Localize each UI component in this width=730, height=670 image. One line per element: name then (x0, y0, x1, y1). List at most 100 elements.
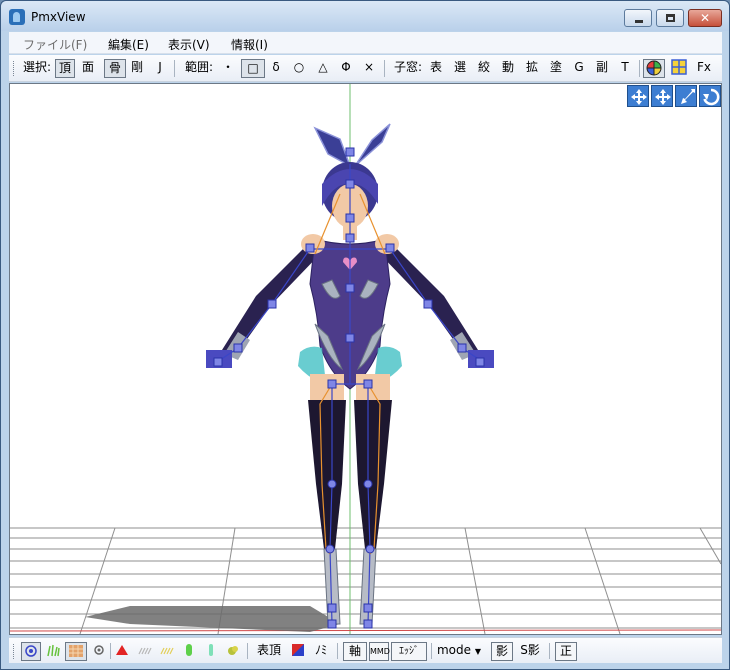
menu-view[interactable]: 表示(V) (168, 36, 210, 53)
range-x-button[interactable]: × (360, 59, 378, 78)
select-joint-button[interactable]: J (151, 59, 169, 78)
subwindow-select-button[interactable]: 選 (451, 59, 469, 78)
range-delta-button[interactable]: δ (267, 59, 285, 78)
toolbar-separator (174, 60, 175, 77)
range-rect-button[interactable]: □ (241, 59, 265, 78)
mmd-button[interactable]: MMD (369, 642, 390, 661)
quad-view-button[interactable] (669, 59, 689, 78)
subwindow-label: 子窓: (393, 60, 423, 74)
shadow-button[interactable]: 影 (491, 642, 513, 661)
range-phi-button[interactable]: Φ (337, 59, 355, 78)
menu-edit[interactable]: 編集(E) (108, 36, 149, 53)
subwindow-t-button[interactable]: T (617, 59, 633, 78)
blob-icon (228, 646, 238, 655)
yellow-hatch-icon (160, 647, 174, 655)
toolbar-separator (337, 643, 338, 659)
hatch-icon (138, 647, 152, 655)
select-vertex-button[interactable]: 頂 (55, 59, 75, 78)
green-capsule-icon (186, 644, 192, 656)
subwindow-g-button[interactable]: G (571, 59, 587, 78)
dot-icon (94, 645, 104, 655)
bottom-toolbar: 表頂 ﾉﾐ 軸 MMD ｴｯｼﾞ mode ▼ 影 S影 正 (9, 637, 722, 663)
red-triangle-icon (116, 645, 128, 655)
select-label: 選択: (22, 60, 52, 74)
toolbar-separator (384, 60, 385, 77)
quad-view-icon (671, 59, 687, 75)
viewport-move-xz-button[interactable] (651, 85, 673, 107)
color-wheel-button[interactable] (643, 59, 665, 78)
show-joint-toggle[interactable] (202, 642, 220, 661)
viewport-zoom-button[interactable] (675, 85, 697, 107)
show-weights-toggle[interactable] (158, 642, 176, 661)
toolbar-grip[interactable] (13, 644, 16, 659)
subwindow-narrow-button[interactable]: 絞 (475, 59, 493, 78)
move-arrows-icon (631, 89, 647, 105)
toolbar-separator (110, 643, 111, 659)
show-normals-toggle[interactable] (136, 642, 154, 661)
main-toolbar: 選択: 頂 面 骨 剛 J 範囲: ・ □ δ ○ △ Φ × 子窓: 表 選 … (9, 55, 722, 82)
texture-icon (69, 645, 83, 657)
show-wire-toggle[interactable] (44, 642, 62, 661)
rotate-icon (703, 88, 720, 106)
subwindow-paint-button[interactable]: 塗 (547, 59, 565, 78)
morph-button[interactable]: ﾉﾐ (311, 642, 331, 661)
front-view-button[interactable]: 正 (555, 642, 577, 661)
target-icon (25, 645, 37, 657)
minimize-icon (635, 20, 643, 23)
title-bar[interactable]: PmxView ✕ (1, 1, 729, 31)
range-circle-button[interactable]: ○ (289, 59, 309, 78)
toolbar-separator (639, 60, 640, 77)
axis-button[interactable]: 軸 (343, 642, 367, 661)
range-label: 範囲: (184, 60, 214, 74)
subwindow-scale-button[interactable]: 拡 (523, 59, 541, 78)
3d-viewport[interactable] (9, 83, 722, 635)
menu-bar: ファイル(F) 編集(E) 表示(V) 情報(I) (9, 32, 722, 54)
show-softbody-toggle[interactable] (224, 642, 242, 661)
pmxview-app-icon[interactable] (9, 9, 25, 25)
select-face-button[interactable]: 面 (79, 59, 97, 78)
pmxview-window: PmxView ✕ ファイル(F) 編集(E) 表示(V) 情報(I) 選択: … (0, 0, 730, 670)
color-swatch-button[interactable] (289, 642, 307, 661)
toolbar-separator (549, 643, 550, 659)
x-axis-line (10, 629, 721, 632)
subwindow-move-button[interactable]: 動 (499, 59, 517, 78)
mint-capsule-icon (209, 644, 213, 656)
viewport-scene (10, 84, 721, 634)
grass-icon (47, 644, 60, 657)
dropdown-arrow-icon: ▼ (474, 647, 481, 656)
show-triangles-toggle[interactable] (113, 642, 131, 661)
select-rigid-button[interactable]: 剛 (128, 59, 146, 78)
subwindow-table-button[interactable]: 表 (427, 59, 445, 78)
color-wheel-icon (646, 60, 662, 76)
vertex-table-button[interactable]: 表頂 (253, 642, 285, 661)
menu-info[interactable]: 情報(I) (231, 36, 268, 53)
edge-button[interactable]: ｴｯｼﾞ (391, 642, 427, 661)
close-button[interactable]: ✕ (688, 9, 722, 27)
toolbar-separator (247, 643, 248, 659)
move-depth-icon (655, 89, 671, 105)
toolbar-grip[interactable] (13, 61, 16, 76)
minimize-button[interactable] (624, 9, 652, 27)
close-icon: ✕ (699, 11, 711, 25)
window-title: PmxView (31, 10, 86, 24)
show-vertices-toggle[interactable] (21, 642, 41, 661)
mode-dropdown-label: mode (436, 643, 472, 657)
maximize-icon (666, 14, 675, 22)
zoom-arrow-icon (681, 89, 695, 104)
range-point-button[interactable]: ・ (219, 59, 237, 78)
toolbar-separator (431, 643, 432, 659)
subwindow-sub-button[interactable]: 副 (593, 59, 611, 78)
fx-button[interactable]: Fx (693, 59, 715, 78)
color-swatch-icon (292, 644, 304, 656)
select-bone-button[interactable]: 骨 (104, 59, 126, 78)
self-shadow-button[interactable]: S影 (515, 642, 545, 661)
viewport-rotate-button[interactable] (699, 85, 721, 107)
show-points-toggle[interactable] (90, 642, 108, 661)
viewport-move-xy-button[interactable] (627, 85, 649, 107)
maximize-button[interactable] (656, 9, 684, 27)
show-rigid-toggle[interactable] (180, 642, 198, 661)
show-texture-toggle[interactable] (65, 642, 87, 661)
mode-dropdown[interactable]: mode ▼ (435, 642, 483, 661)
menu-file[interactable]: ファイル(F) (23, 36, 87, 53)
range-triangle-button[interactable]: △ (313, 59, 333, 78)
